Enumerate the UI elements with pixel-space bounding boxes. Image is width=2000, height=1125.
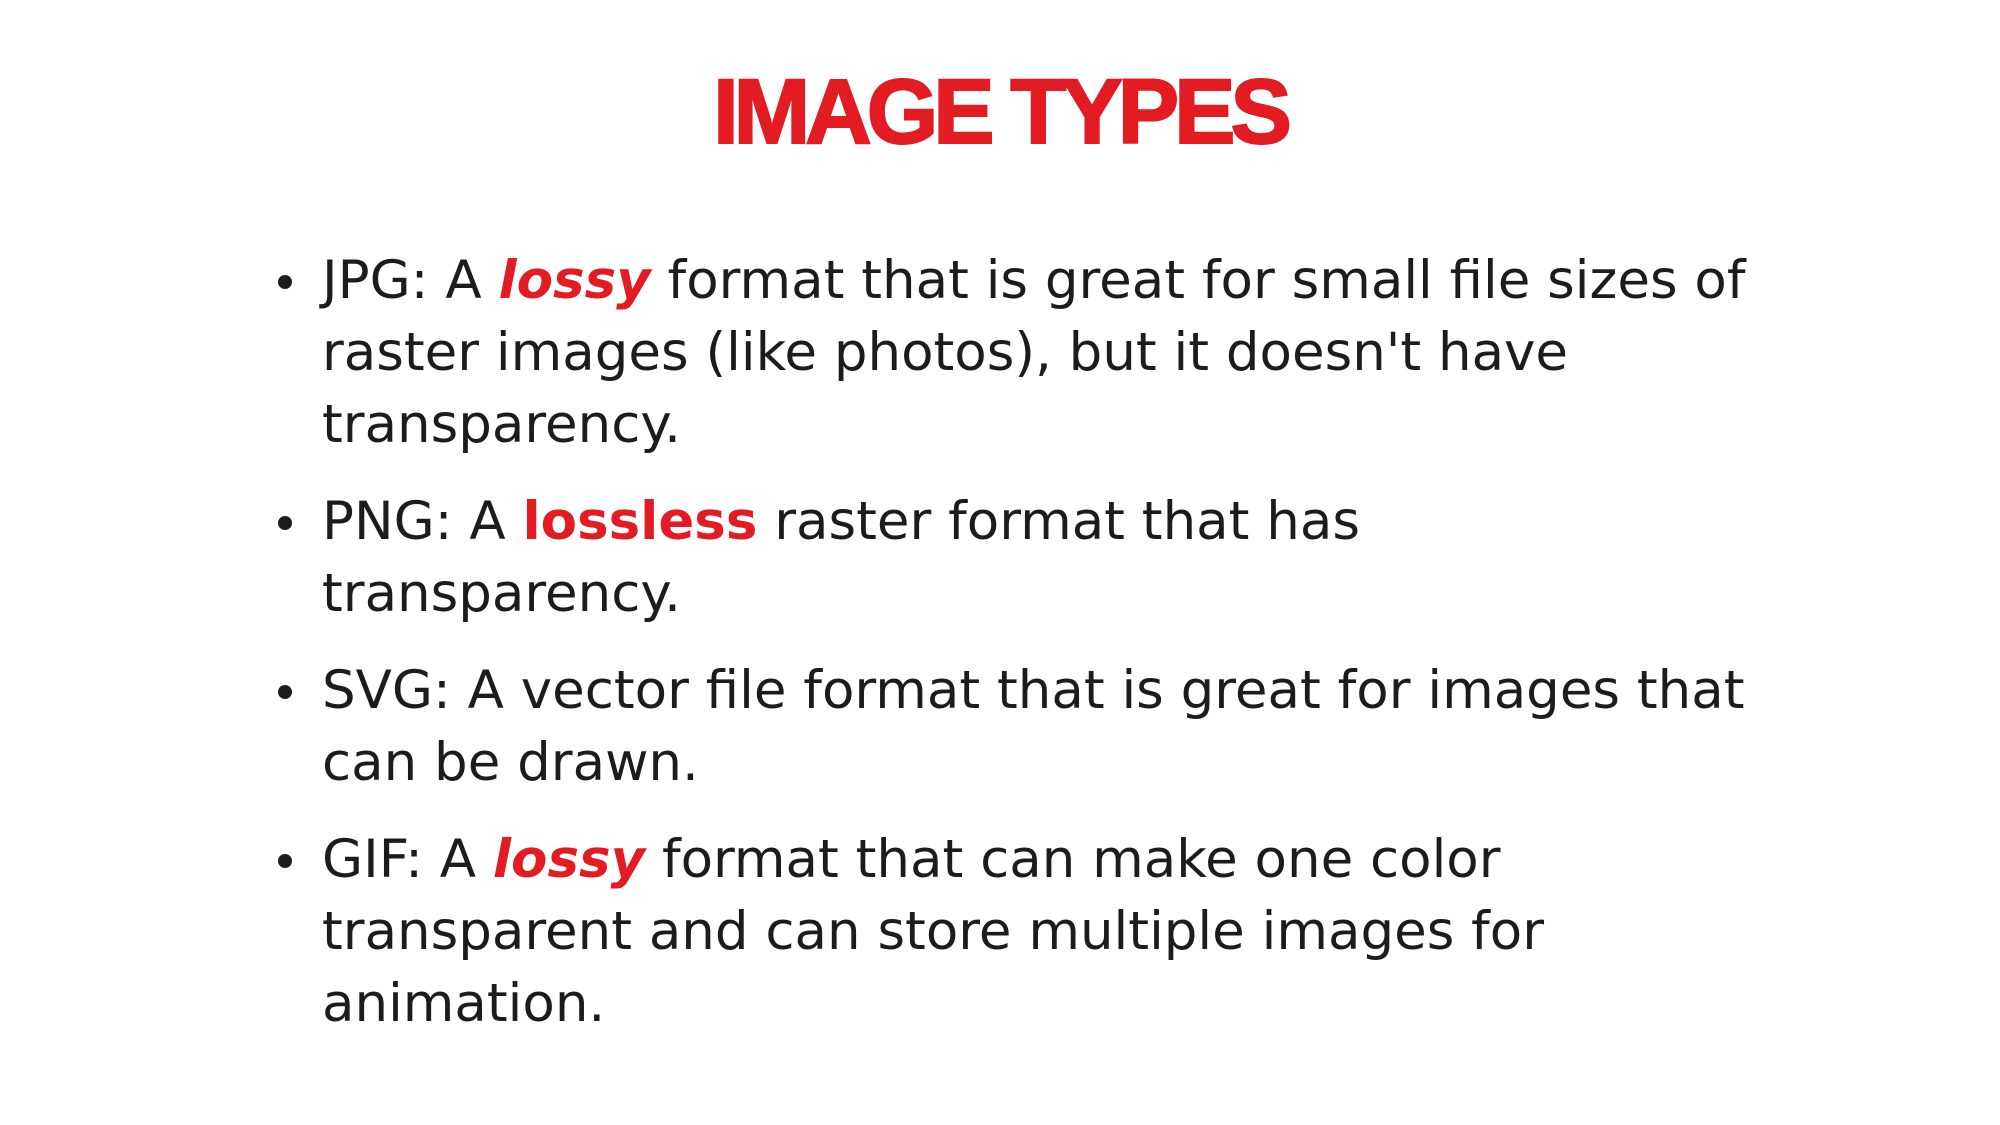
slide-title: IMAGE TYPES xyxy=(712,60,1293,163)
bullet-list: JPG: A lossy format that is great for sm… xyxy=(270,245,1790,1065)
bullet-prefix: GIF: A xyxy=(322,829,493,890)
slide: IMAGE TYPES JPG: A lossy format that is … xyxy=(0,0,2000,1125)
emphasis-term: lossy xyxy=(498,250,651,311)
emphasis-term: lossless xyxy=(522,491,758,552)
bullet-text: SVG: A vector file format that is great … xyxy=(322,660,1745,793)
bullet-item-gif: GIF: A lossy format that can make one co… xyxy=(270,824,1790,1040)
bullet-text: JPG: A lossy format that is great for sm… xyxy=(322,250,1745,455)
bullet-prefix: PNG: A xyxy=(322,491,523,552)
emphasis-term: lossy xyxy=(492,829,646,890)
bullet-dot-icon xyxy=(278,516,292,530)
bullet-text: PNG: A lossless raster format that has t… xyxy=(322,486,1362,630)
bullet-item-png: PNG: A lossless raster format that has t… xyxy=(270,486,1790,630)
bullet-item-svg: SVG: A vector file format that is great … xyxy=(270,655,1790,799)
bullet-dot-icon xyxy=(278,685,292,699)
bullet-text: GIF: A lossy format that can make one co… xyxy=(322,829,1544,1034)
bullet-dot-icon xyxy=(278,854,292,868)
bullet-dot-icon xyxy=(278,275,292,289)
bullet-prefix: JPG: A xyxy=(322,250,499,311)
bullet-item-jpg: JPG: A lossy format that is great for sm… xyxy=(270,245,1790,461)
